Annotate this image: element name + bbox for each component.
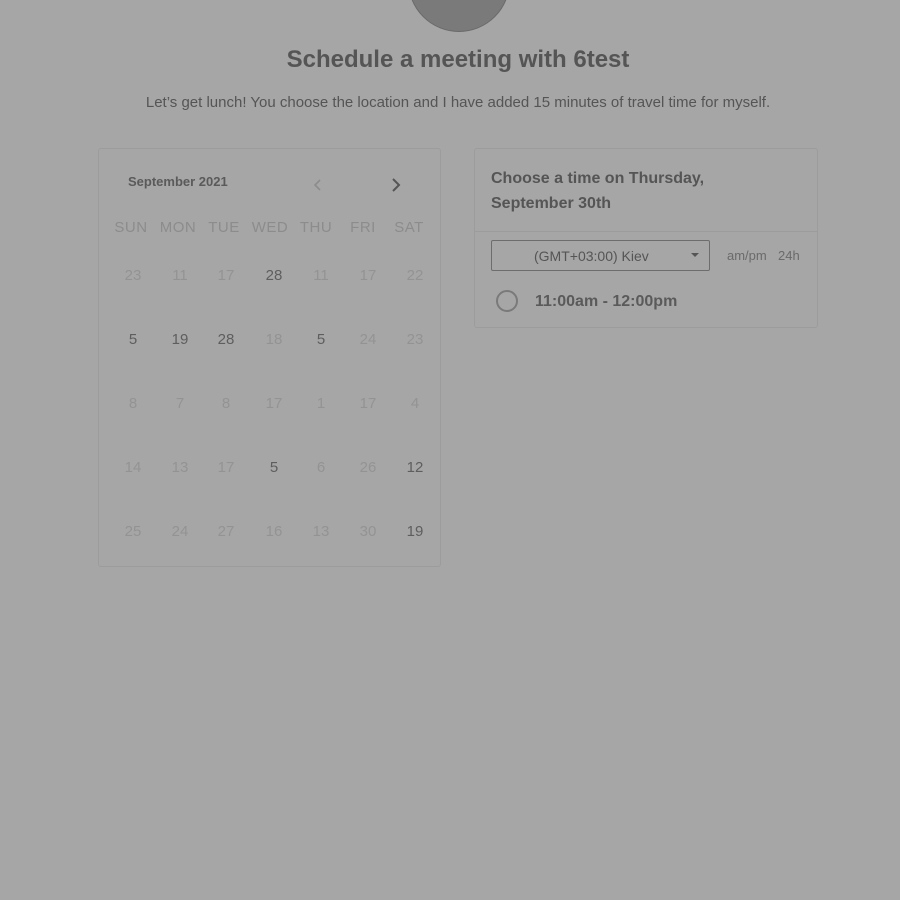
calendar-day: 24 — [171, 523, 189, 540]
weekday-tue: TUE — [208, 219, 240, 236]
calendar-day: 26 — [359, 459, 377, 476]
calendar-day: 8 — [128, 395, 138, 412]
calendar-day: 13 — [171, 459, 189, 476]
calendar-day: 7 — [175, 395, 185, 412]
format-24h-toggle[interactable]: 24h — [778, 248, 800, 263]
calendar-day: 17 — [217, 459, 235, 476]
calendar-day: 4 — [410, 395, 420, 412]
weekday-header: SUN MON TUE WED THU FRI SAT — [108, 219, 434, 239]
calendar-day: 17 — [359, 395, 377, 412]
time-slot-label: 11:00am - 12:00pm — [535, 293, 678, 310]
calendar-day[interactable]: 5 — [110, 328, 156, 352]
time-slot-option[interactable]: 11:00am - 12:00pm — [495, 289, 795, 317]
calendar-day: 27 — [217, 523, 235, 540]
calendar-day[interactable]: 12 — [392, 456, 438, 480]
time-panel-title: Choose a time on Thursday, September 30t… — [491, 170, 705, 212]
calendar-day[interactable]: 19 — [157, 328, 203, 352]
calendar-day[interactable]: 28 — [203, 328, 249, 352]
calendar-day[interactable]: 5 — [251, 456, 297, 480]
next-month-button[interactable] — [388, 175, 404, 195]
calendar-day: 11 — [172, 267, 188, 284]
calendar-day: 25 — [124, 523, 142, 540]
calendar-day: 14 — [124, 459, 142, 476]
calendar-day: 18 — [265, 331, 283, 348]
weekday-fri: FRI — [350, 219, 376, 236]
timezone-value: (GMT+03:00) Kiev — [534, 248, 649, 264]
calendar-day: 6 — [316, 459, 326, 476]
calendar-day: 13 — [312, 523, 330, 540]
calendar-day: 11 — [313, 267, 329, 284]
calendar-day[interactable]: 19 — [392, 520, 438, 544]
host-avatar — [408, 0, 510, 32]
scheduling-page: Schedule a meeting with 6test Let’s get … — [0, 0, 900, 900]
caret-down-icon — [691, 253, 699, 257]
calendar-day: 16 — [265, 523, 283, 540]
timezone-select[interactable]: (GMT+03:00) Kiev — [491, 240, 710, 271]
calendar-month-label: September 2021 — [128, 174, 228, 189]
radio-button[interactable] — [496, 290, 518, 312]
weekday-wed: WED — [251, 219, 289, 236]
calendar-day: 23 — [406, 331, 424, 348]
calendar-day: 1 — [316, 395, 326, 412]
weekday-thu: THU — [299, 219, 333, 236]
calendar-day: 22 — [406, 267, 424, 284]
time-selection-panel: Choose a time on Thursday, September 30t… — [474, 148, 818, 328]
chevron-right-icon — [392, 178, 401, 192]
calendar-day: 17 — [359, 267, 377, 284]
calendar-day: 17 — [217, 267, 235, 284]
calendar-day: 30 — [359, 523, 377, 540]
weekday-sat: SAT — [394, 219, 424, 236]
chevron-left-icon — [313, 179, 321, 191]
weekday-mon: MON — [159, 219, 197, 236]
calendar-panel: September 2021 SUN MON TUE WED THU FRI S… — [98, 148, 441, 567]
page-subtitle: Let’s get lunch! You choose the location… — [145, 94, 771, 111]
calendar-day[interactable]: 28 — [251, 264, 297, 288]
format-ampm-toggle[interactable]: am/pm — [727, 248, 767, 263]
weekday-sun: SUN — [114, 219, 148, 236]
calendar-day: 17 — [265, 395, 283, 412]
calendar-day[interactable]: 5 — [298, 328, 344, 352]
calendar-day: 23 — [124, 267, 142, 284]
calendar-day: 24 — [359, 331, 377, 348]
previous-month-button[interactable] — [310, 175, 326, 195]
time-panel-header: Choose a time on Thursday, September 30t… — [475, 149, 817, 232]
page-title: Schedule a meeting with 6test — [286, 46, 630, 73]
calendar-day: 8 — [221, 395, 231, 412]
